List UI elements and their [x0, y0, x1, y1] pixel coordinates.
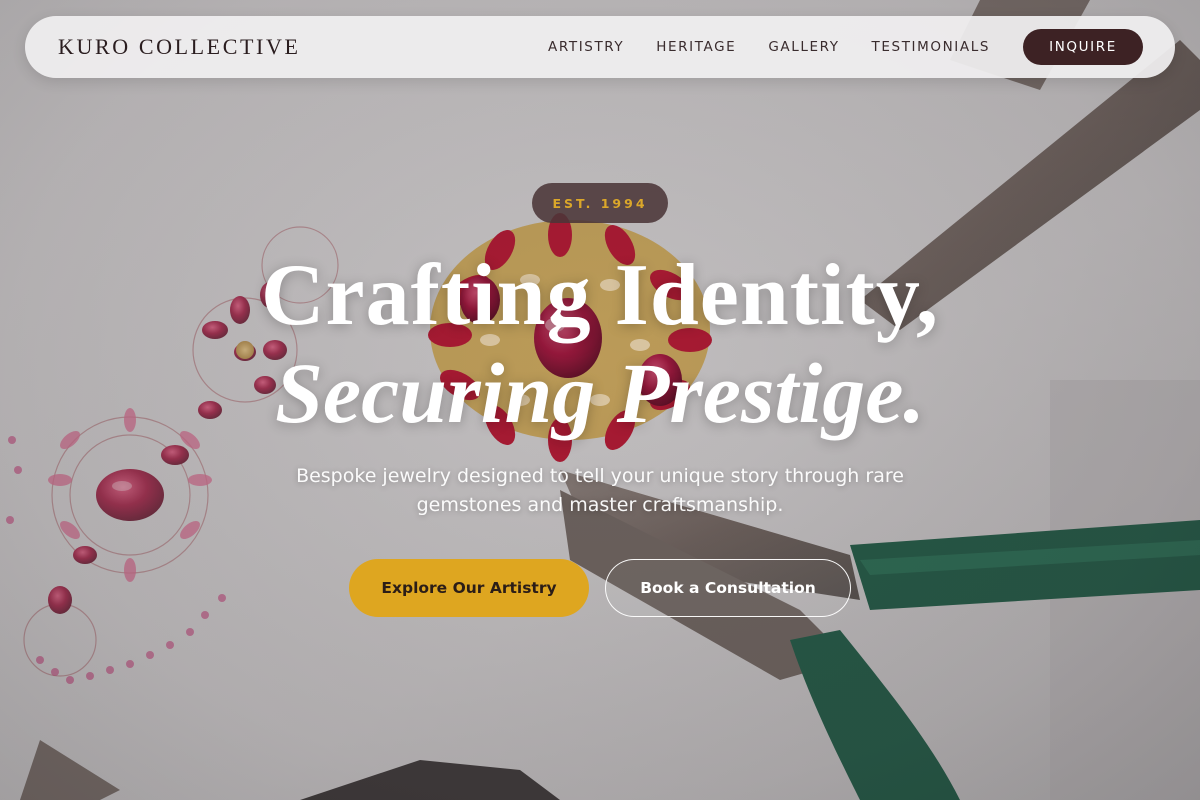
book-consultation-button[interactable]: Book a Consultation — [605, 559, 851, 617]
hero-section: EST. 1994 Crafting Identity, Securing Pr… — [0, 0, 1200, 800]
hero-headline-line-1: Crafting Identity, — [261, 247, 939, 344]
explore-artistry-button[interactable]: Explore Our Artistry — [349, 559, 589, 617]
established-badge: EST. 1994 — [532, 183, 668, 223]
hero-subtext: Bespoke jewelry designed to tell your un… — [296, 465, 904, 516]
hero-headline-line-2: Securing Prestige. — [275, 345, 925, 441]
